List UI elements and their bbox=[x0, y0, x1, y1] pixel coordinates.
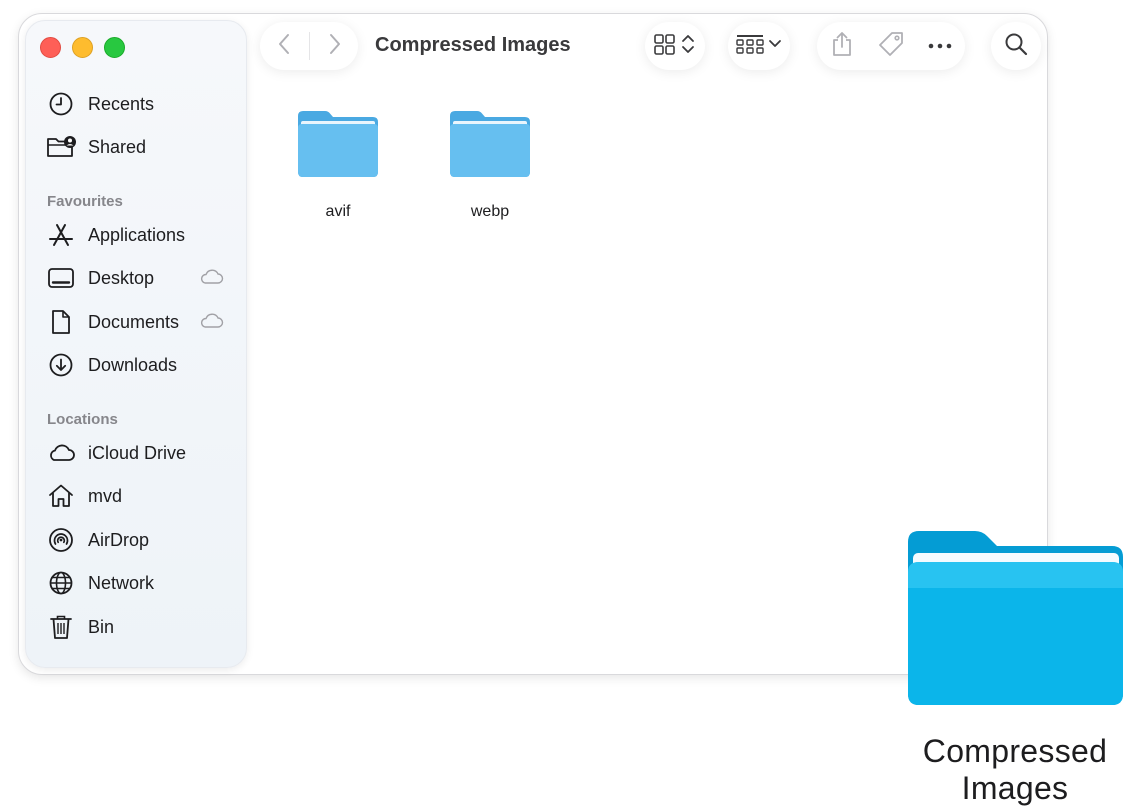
back-button[interactable] bbox=[260, 22, 309, 70]
folder-label: avif bbox=[325, 203, 351, 220]
sidebar-item-airdrop[interactable]: AirDrop bbox=[46, 525, 236, 555]
sidebar-item-label: Recents bbox=[88, 93, 155, 114]
sidebar-item-icloud-drive[interactable]: iCloud Drive bbox=[46, 438, 236, 468]
icloud-status-icon bbox=[198, 267, 224, 292]
document-icon bbox=[46, 307, 76, 337]
window-title: Compressed Images bbox=[375, 34, 571, 56]
trash-icon bbox=[46, 612, 76, 642]
desktop-folder-label[interactable]: Compressed Images bbox=[905, 733, 1125, 807]
folder-label: webp bbox=[470, 203, 510, 220]
forward-button[interactable] bbox=[309, 22, 358, 70]
sidebar-item-documents[interactable]: Documents bbox=[46, 307, 236, 337]
sidebar-item-label: Desktop bbox=[88, 267, 155, 288]
tag-icon bbox=[877, 30, 905, 63]
sidebar-item-home[interactable]: mvd bbox=[46, 481, 236, 511]
sidebar-item-label: Applications bbox=[88, 224, 186, 245]
locations-heading: Locations bbox=[47, 411, 118, 428]
folder-icon bbox=[448, 111, 532, 184]
share-icon bbox=[831, 30, 853, 63]
sidebar-item-network[interactable]: Network bbox=[46, 568, 236, 598]
icloud-status-icon bbox=[198, 311, 224, 336]
folder-item-webp[interactable]: webp bbox=[430, 108, 550, 221]
icon-grid-icon bbox=[653, 32, 697, 61]
folder-item-avif[interactable]: avif bbox=[278, 108, 398, 221]
minimize-button[interactable] bbox=[72, 37, 93, 58]
shared-folder-icon bbox=[46, 132, 76, 162]
chevron-right-icon bbox=[326, 32, 342, 61]
group-by-button[interactable] bbox=[728, 22, 790, 70]
sidebar-item-label: Downloads bbox=[88, 354, 178, 375]
cloud-icon bbox=[46, 438, 76, 468]
sidebar-item-label: iCloud Drive bbox=[88, 442, 187, 463]
group-grid-icon bbox=[735, 32, 783, 61]
actions-group bbox=[817, 22, 965, 70]
airdrop-icon bbox=[46, 525, 76, 555]
sidebar-item-label: Bin bbox=[88, 616, 115, 637]
desktop-icon bbox=[46, 263, 76, 293]
ellipsis-icon bbox=[927, 37, 953, 55]
sidebar-item-shared[interactable]: Shared bbox=[46, 132, 236, 162]
sidebar-item-label: mvd bbox=[88, 485, 123, 506]
clock-icon bbox=[46, 89, 76, 119]
folder-icon bbox=[296, 111, 380, 184]
close-button[interactable] bbox=[40, 37, 61, 58]
navigation-group bbox=[260, 22, 358, 70]
home-icon bbox=[46, 481, 76, 511]
sidebar-item-bin[interactable]: Bin bbox=[46, 612, 236, 642]
search-icon bbox=[1003, 31, 1029, 62]
view-mode-button[interactable] bbox=[645, 22, 705, 70]
more-button[interactable] bbox=[916, 37, 965, 55]
sidebar-item-desktop[interactable]: Desktop bbox=[46, 263, 236, 293]
chevron-left-icon bbox=[277, 32, 293, 61]
search-button[interactable] bbox=[991, 22, 1041, 70]
sidebar-item-downloads[interactable]: Downloads bbox=[46, 350, 236, 380]
share-button[interactable] bbox=[818, 30, 867, 63]
sidebar-item-label: AirDrop bbox=[88, 529, 150, 550]
sidebar-item-label: Documents bbox=[88, 311, 180, 332]
tag-button[interactable] bbox=[867, 30, 916, 63]
globe-icon bbox=[46, 568, 76, 598]
sidebar-item-label: Shared bbox=[88, 136, 147, 157]
download-icon bbox=[46, 350, 76, 380]
applications-icon bbox=[46, 220, 76, 250]
sidebar-item-recents[interactable]: Recents bbox=[46, 89, 236, 119]
zoom-button[interactable] bbox=[104, 37, 125, 58]
sidebar-item-applications[interactable]: Applications bbox=[46, 220, 236, 250]
desktop-folder-icon[interactable] bbox=[905, 528, 1127, 710]
favourites-heading: Favourites bbox=[47, 193, 123, 210]
sidebar-item-label: Network bbox=[88, 572, 155, 593]
